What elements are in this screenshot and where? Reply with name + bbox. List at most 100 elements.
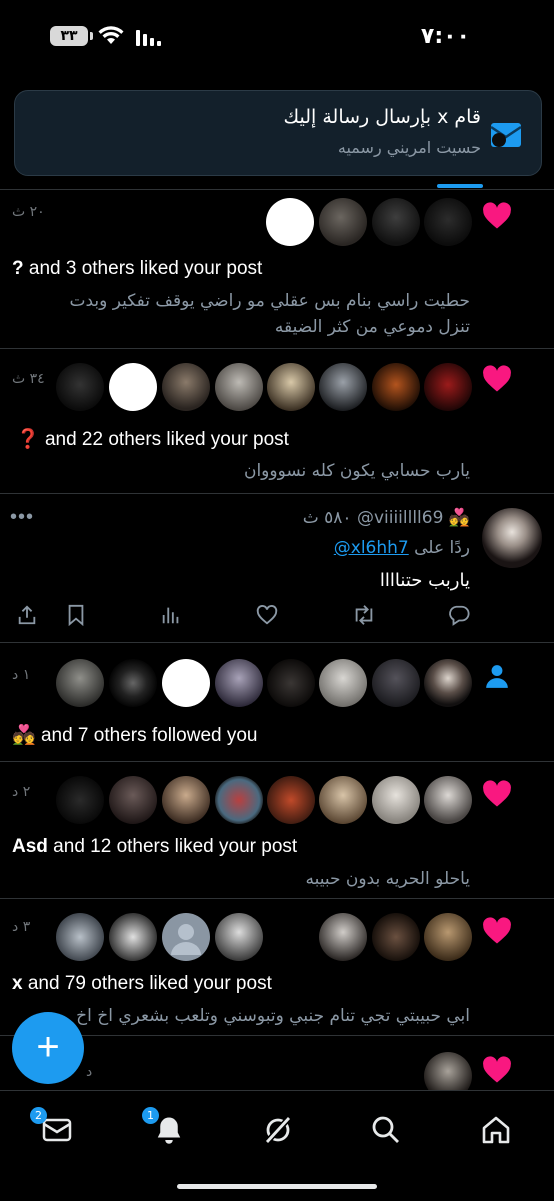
notifications-icon	[157, 1117, 181, 1144]
actor-name[interactable]: x	[12, 973, 23, 994]
notification-like-2[interactable]: ٣٤ ث ❓ and 22 others liked your post يار…	[0, 349, 554, 493]
notification-like-4[interactable]: ٣ د x and 79 others liked your post ابي …	[0, 899, 554, 1035]
grok-icon	[263, 1114, 293, 1146]
reply-to-handle[interactable]: @xl6hh7	[334, 538, 409, 558]
time-ago: د	[86, 1064, 93, 1080]
time-ago: ٢ د	[12, 784, 31, 800]
post-meta: 💑 @viiiillll69 ٥٨٠ ث	[303, 508, 470, 528]
status-bar: ٣٣ ٧:٠٠	[0, 0, 554, 80]
avatar[interactable]	[424, 659, 472, 707]
avatar[interactable]	[319, 913, 367, 961]
post-preview: ابي حبيبتي تجي تنام جنبي وتبوسني وتلعب ب…	[76, 1003, 470, 1029]
messages-badge: 2	[30, 1107, 47, 1124]
avatar[interactable]	[372, 776, 420, 824]
avatar[interactable]	[319, 659, 367, 707]
search-icon	[372, 1116, 399, 1143]
avatar[interactable]	[109, 659, 157, 707]
tab-messages[interactable]: 2	[30, 1107, 78, 1149]
tab-grok[interactable]	[258, 1109, 298, 1149]
battery-nub	[90, 32, 93, 40]
avatar[interactable]	[215, 659, 263, 707]
avatar[interactable]	[162, 776, 210, 824]
avatar[interactable]	[56, 913, 104, 961]
heart-icon	[483, 780, 511, 807]
avatar[interactable]	[424, 198, 472, 246]
post-preview: ياحلو الحريه بدون حبيبه	[305, 866, 470, 892]
notification-follow[interactable]: ١ د 💑 and 7 others followed you	[0, 643, 554, 761]
quote-line: ابي حبيبتي تجي تنام جنبي وتبوسني وتلعب ب…	[76, 1006, 470, 1026]
avatar[interactable]	[109, 776, 157, 824]
liked-line: ? and 3 others liked your post	[12, 258, 262, 280]
avatar[interactable]	[56, 659, 104, 707]
tab-notifications[interactable]: 1	[142, 1107, 190, 1149]
avatar[interactable]	[266, 198, 314, 246]
more-options-button[interactable]: •••	[10, 506, 34, 529]
quote-line: يارب حسابي يكون كله نسوووان	[243, 461, 470, 481]
reply-icon[interactable]	[448, 604, 470, 626]
tab-home[interactable]	[476, 1109, 516, 1149]
avatar[interactable]	[319, 776, 367, 824]
avatar[interactable]	[109, 363, 157, 411]
home-indicator	[177, 1184, 377, 1189]
avatar[interactable]	[372, 363, 420, 411]
liked-text: and 22 others liked your post	[39, 429, 289, 450]
compose-button[interactable]: +	[12, 1012, 84, 1084]
quote-line: ياحلو الحريه بدون حبيبه	[305, 869, 470, 889]
avatar[interactable]	[56, 363, 104, 411]
quote-line: حطيت راسي بنام بس عقلي مو راضي يوقف تفكي…	[69, 291, 470, 311]
post-preview: يارب حسابي يكون كله نسوووان	[244, 458, 470, 484]
avatar[interactable]	[424, 913, 472, 961]
actor-emoji[interactable]: ❓	[16, 429, 40, 450]
author-handle[interactable]: @viiiillll69	[357, 508, 443, 528]
avatar[interactable]	[267, 776, 315, 824]
post-time: ٥٨٠ ث	[302, 508, 352, 528]
time-ago: ٣ د	[12, 919, 31, 935]
avatar[interactable]	[109, 913, 157, 961]
heart-icon	[483, 365, 511, 392]
clock: ٧:٠٠	[420, 24, 470, 49]
actor-name[interactable]: ?	[12, 258, 24, 279]
liked-line: Asd and 12 others liked your post	[12, 836, 297, 858]
followed-text: and 7 others followed you	[35, 725, 258, 746]
avatar[interactable]	[162, 363, 210, 411]
home-icon	[482, 1116, 510, 1144]
avatar[interactable]	[319, 198, 367, 246]
actor-name[interactable]: Asd	[12, 836, 48, 857]
post-text: ياربب حتناااا	[379, 570, 470, 591]
avatar[interactable]	[267, 363, 315, 411]
messages-icon	[42, 1118, 72, 1142]
avatar[interactable]	[372, 198, 420, 246]
avatar[interactable]	[215, 913, 263, 961]
avatar[interactable]	[319, 363, 367, 411]
avatar[interactable]	[372, 659, 420, 707]
repost-icon[interactable]	[352, 604, 376, 626]
actor-emoji[interactable]: 💑	[12, 725, 36, 746]
notification-like-1[interactable]: ٢٠ ث ? and 3 others liked your post حطيت…	[0, 190, 554, 348]
liked-text: and 79 others liked your post	[22, 973, 272, 994]
avatar[interactable]	[372, 913, 420, 961]
banner-title: قام x بإرسال رسالة إليك	[283, 106, 482, 128]
notification-like-3[interactable]: ٢ د Asd and 12 others liked your post يا…	[0, 762, 554, 898]
like-icon[interactable]	[256, 604, 278, 626]
bookmark-icon[interactable]	[66, 604, 86, 626]
avatar[interactable]	[424, 363, 472, 411]
avatar[interactable]	[424, 776, 472, 824]
followed-line: 💑 and 7 others followed you	[12, 723, 257, 747]
share-icon[interactable]	[16, 604, 38, 626]
avatar[interactable]	[267, 659, 315, 707]
time-ago: ١ د	[12, 667, 31, 683]
avatar-default[interactable]	[162, 913, 210, 961]
avatar[interactable]	[162, 659, 210, 707]
liked-text: and 3 others liked your post	[23, 258, 263, 279]
liked-text: and 12 others liked your post	[47, 836, 298, 857]
avatar[interactable]	[215, 363, 263, 411]
tab-search[interactable]	[366, 1109, 406, 1149]
author-avatar[interactable]	[482, 508, 542, 568]
signal-icon	[136, 30, 161, 46]
views-icon[interactable]	[160, 604, 182, 626]
avatar[interactable]	[215, 776, 263, 824]
message-notification-banner[interactable]: قام x بإرسال رسالة إليك حسيت امريني رسمي…	[14, 90, 542, 176]
battery-indicator: ٣٣	[50, 26, 88, 46]
avatar[interactable]	[56, 776, 104, 824]
heart-icon	[483, 917, 511, 944]
